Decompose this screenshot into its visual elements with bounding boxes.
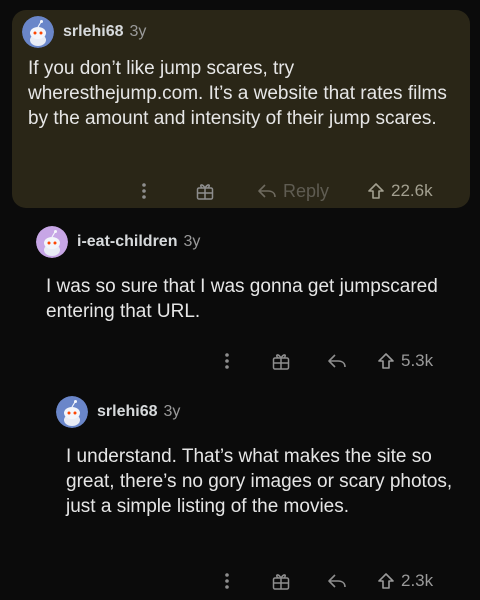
reply-arrow-icon — [328, 354, 346, 368]
comment-header: i-eat-children 3y — [36, 226, 200, 258]
award-icon[interactable] — [271, 568, 291, 594]
comment-actions: Reply 22.6k — [12, 178, 470, 204]
upvote-button[interactable]: 22.6k — [367, 178, 433, 204]
comment-header: srlehi68 3y — [22, 16, 146, 48]
award-icon[interactable] — [271, 348, 291, 374]
more-vertical-icon[interactable] — [141, 178, 147, 204]
username[interactable]: srlehi68 — [97, 403, 157, 421]
upvote-count: 5.3k — [401, 351, 434, 370]
snoo-avatar-icon[interactable] — [22, 16, 54, 48]
reply-arrow-icon — [258, 184, 276, 198]
snoo-avatar-icon[interactable] — [36, 226, 68, 258]
upvote-count: 22.6k — [391, 181, 433, 200]
comment-highlighted: srlehi68 3y If you don’t like jump scare… — [12, 10, 470, 208]
award-icon[interactable] — [195, 178, 215, 204]
upvote-arrow-icon — [378, 573, 394, 589]
username[interactable]: srlehi68 — [63, 23, 123, 41]
snoo-avatar-icon[interactable] — [56, 396, 88, 428]
upvote-count: 2.3k — [401, 571, 434, 590]
upvote-arrow-icon — [378, 353, 394, 369]
comment-age: 3y — [163, 403, 181, 420]
comment-actions: 2.3k — [0, 568, 480, 594]
comment-reply: i-eat-children 3y I was so sure that I w… — [0, 210, 480, 390]
upvote-arrow-icon — [368, 183, 384, 199]
comment-body: I understand. That’s what makes the site… — [66, 446, 453, 517]
more-vertical-icon[interactable] — [224, 348, 230, 374]
comment-age: 3y — [129, 23, 147, 40]
upvote-button[interactable]: 5.3k — [377, 348, 433, 374]
upvote-button[interactable]: 2.3k — [377, 568, 433, 594]
more-vertical-icon[interactable] — [224, 568, 230, 594]
reply-button[interactable] — [327, 568, 347, 594]
username[interactable]: i-eat-children — [77, 233, 177, 251]
reply-arrow-icon — [328, 574, 346, 588]
comment-reply-nested: srlehi68 3y I understand. That’s what ma… — [0, 390, 480, 600]
reply-label: Reply — [283, 180, 330, 201]
reply-button[interactable] — [327, 348, 347, 374]
comment-header: srlehi68 3y — [56, 396, 180, 428]
comment-actions: 5.3k — [0, 348, 480, 374]
comment-age: 3y — [183, 233, 201, 250]
comment-body: I was so sure that I was gonna get jumps… — [46, 276, 438, 322]
reply-button[interactable]: Reply — [257, 178, 329, 204]
comment-body: If you don’t like jump scares, try where… — [28, 58, 447, 129]
